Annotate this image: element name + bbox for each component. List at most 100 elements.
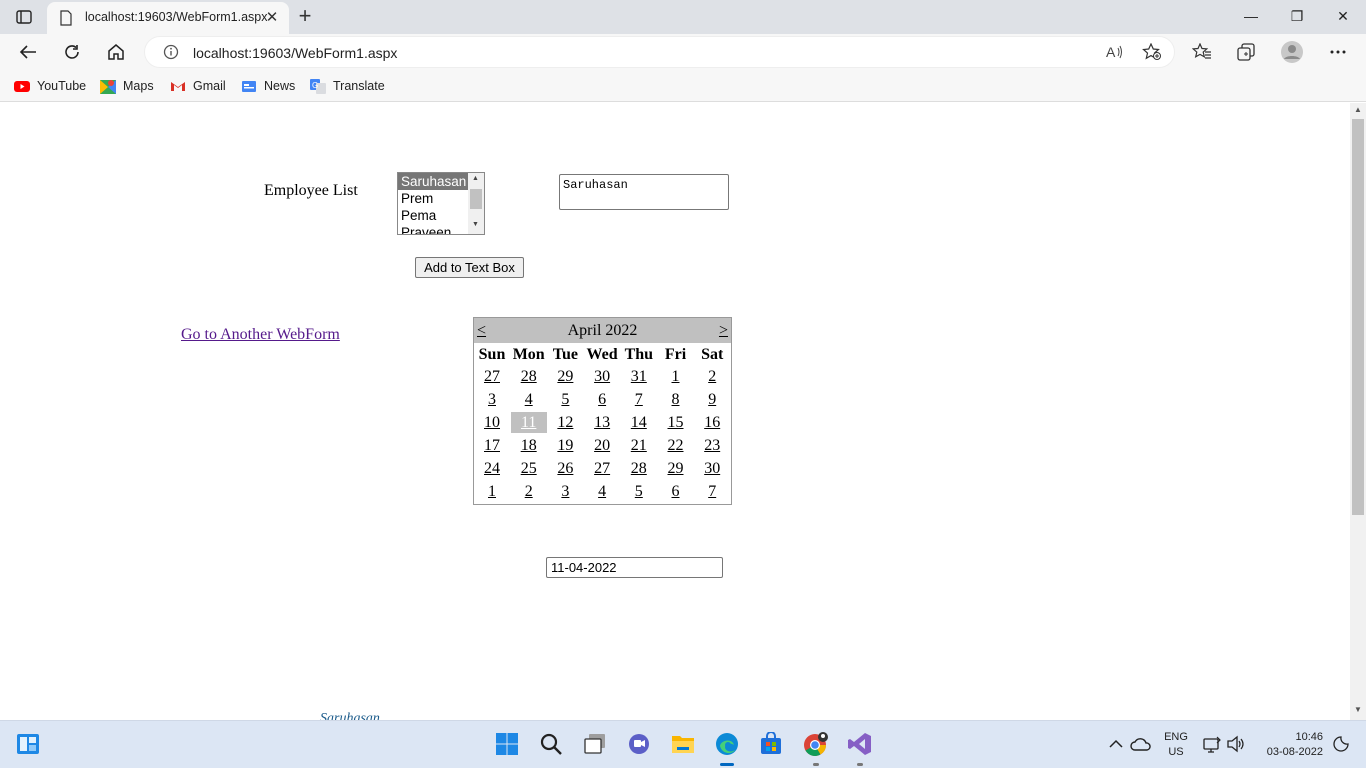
calendar-day[interactable]: 2: [694, 366, 730, 387]
task-view-icon[interactable]: [582, 731, 608, 757]
calendar-day[interactable]: 4: [584, 481, 620, 502]
restore-icon[interactable]: ❐: [1274, 4, 1320, 28]
calendar-day-selected[interactable]: 11: [510, 411, 547, 433]
bookmark-maps[interactable]: Maps: [100, 76, 154, 96]
calendar-day[interactable]: 22: [658, 435, 694, 456]
calendar-day[interactable]: 17: [474, 435, 510, 456]
bookmark-youtube[interactable]: YouTube: [14, 76, 86, 96]
calendar-day[interactable]: 29: [547, 366, 583, 387]
calendar-day[interactable]: 6: [658, 481, 694, 502]
calendar-day[interactable]: 13: [584, 412, 620, 433]
system-clock[interactable]: 10:46 03-08-2022: [1256, 730, 1323, 760]
calendar-day[interactable]: 12: [547, 412, 583, 433]
search-icon[interactable]: [538, 731, 564, 757]
close-window-icon[interactable]: ✕: [1320, 4, 1366, 28]
calendar-day[interactable]: 7: [621, 389, 657, 410]
scroll-up-icon[interactable]: ▲: [1354, 105, 1362, 114]
calendar-day[interactable]: 4: [511, 389, 547, 410]
scrollbar-thumb[interactable]: [1352, 119, 1364, 515]
employee-textarea[interactable]: Saruhasan: [559, 174, 729, 210]
calendar-day[interactable]: 5: [621, 481, 657, 502]
calendar-day[interactable]: 31: [621, 366, 657, 387]
calendar-day[interactable]: 28: [511, 366, 547, 387]
calendar-next-link[interactable]: >: [719, 322, 728, 340]
calendar-day[interactable]: 1: [658, 366, 694, 387]
listbox-scrollbar[interactable]: ▲ ▼: [468, 173, 484, 234]
calendar-day[interactable]: 30: [694, 458, 730, 479]
store-icon[interactable]: [758, 731, 784, 757]
calendar-day[interactable]: 7: [694, 481, 730, 502]
calendar-day[interactable]: 3: [474, 389, 510, 410]
back-icon[interactable]: [15, 40, 41, 64]
new-tab-icon[interactable]: +: [293, 4, 317, 28]
calendar-day[interactable]: 29: [658, 458, 694, 479]
calendar-day[interactable]: 16: [694, 412, 730, 433]
notifications-icon[interactable]: [1330, 731, 1352, 757]
calendar-day[interactable]: 15: [658, 412, 694, 433]
edge-icon[interactable]: [714, 731, 740, 757]
scrollbar-thumb[interactable]: [470, 189, 482, 209]
close-tab-icon[interactable]: ✕: [263, 8, 281, 26]
read-aloud-icon[interactable]: A: [1102, 40, 1128, 64]
widgets-icon[interactable]: [15, 731, 41, 757]
list-option[interactable]: Pema: [398, 207, 468, 224]
bookmark-translate[interactable]: G Translate: [310, 76, 385, 96]
favorites-icon[interactable]: [1189, 40, 1215, 64]
calendar-day[interactable]: 27: [584, 458, 620, 479]
profile-avatar[interactable]: [1279, 40, 1305, 64]
add-to-text-box-button[interactable]: Add to Text Box: [415, 257, 524, 278]
scroll-up-icon[interactable]: ▲: [472, 175, 479, 182]
bookmark-news[interactable]: News: [241, 76, 295, 96]
calendar-day[interactable]: 8: [658, 389, 694, 410]
show-hidden-icons-icon[interactable]: [1105, 731, 1127, 757]
calendar-day[interactable]: 2: [511, 481, 547, 502]
calendar-day[interactable]: 20: [584, 435, 620, 456]
calendar-day[interactable]: 14: [621, 412, 657, 433]
calendar-day[interactable]: 30: [584, 366, 620, 387]
scroll-down-icon[interactable]: ▼: [1354, 705, 1362, 714]
calendar-day[interactable]: 21: [621, 435, 657, 456]
tab-actions-icon[interactable]: [12, 6, 36, 28]
browser-tab[interactable]: localhost:19603/WebForm1.aspx ✕: [47, 2, 289, 34]
another-webform-link[interactable]: Go to Another WebForm: [181, 326, 340, 344]
file-explorer-icon[interactable]: [670, 731, 696, 757]
minimize-icon[interactable]: —: [1228, 4, 1274, 28]
url-bar[interactable]: localhost:19603/WebForm1.aspx: [144, 36, 1175, 68]
calendar-day[interactable]: 18: [511, 435, 547, 456]
collections-icon[interactable]: [1233, 40, 1259, 64]
calendar-day[interactable]: 26: [547, 458, 583, 479]
site-info-icon[interactable]: [163, 44, 179, 65]
volume-icon[interactable]: [1225, 731, 1247, 757]
calendar-day[interactable]: 23: [694, 435, 730, 456]
home-icon[interactable]: [103, 40, 129, 64]
list-option[interactable]: Saruhasan: [398, 173, 468, 190]
language-indicator[interactable]: ENG US: [1158, 730, 1194, 760]
calendar-day[interactable]: 5: [547, 389, 583, 410]
chat-icon[interactable]: [626, 731, 652, 757]
chrome-icon[interactable]: [803, 731, 829, 757]
calendar-day[interactable]: 24: [474, 458, 510, 479]
employee-listbox[interactable]: Saruhasan Prem Pema Praveen ▲ ▼: [397, 172, 485, 235]
visual-studio-icon[interactable]: [847, 731, 873, 757]
list-option[interactable]: Praveen: [398, 224, 468, 234]
calendar-day[interactable]: 10: [474, 412, 510, 433]
calendar-day[interactable]: 1: [474, 481, 510, 502]
add-favorite-icon[interactable]: [1139, 40, 1165, 64]
page-scrollbar[interactable]: ▲ ▼: [1350, 103, 1366, 720]
calendar-day[interactable]: 6: [584, 389, 620, 410]
network-icon[interactable]: [1201, 731, 1223, 757]
calendar-day[interactable]: 19: [547, 435, 583, 456]
refresh-icon[interactable]: [59, 40, 85, 64]
calendar-day[interactable]: 9: [694, 389, 730, 410]
onedrive-icon[interactable]: [1129, 731, 1153, 757]
calendar-day[interactable]: 25: [511, 458, 547, 479]
start-icon[interactable]: [494, 731, 520, 757]
calendar-prev-link[interactable]: <: [477, 322, 486, 340]
more-options-icon[interactable]: [1325, 40, 1351, 64]
scroll-down-icon[interactable]: ▼: [472, 221, 479, 228]
bookmark-gmail[interactable]: Gmail: [170, 76, 226, 96]
calendar-day[interactable]: 27: [474, 366, 510, 387]
calendar-day[interactable]: 28: [621, 458, 657, 479]
selected-date-input[interactable]: 11-04-2022: [546, 557, 723, 578]
list-option[interactable]: Prem: [398, 190, 468, 207]
